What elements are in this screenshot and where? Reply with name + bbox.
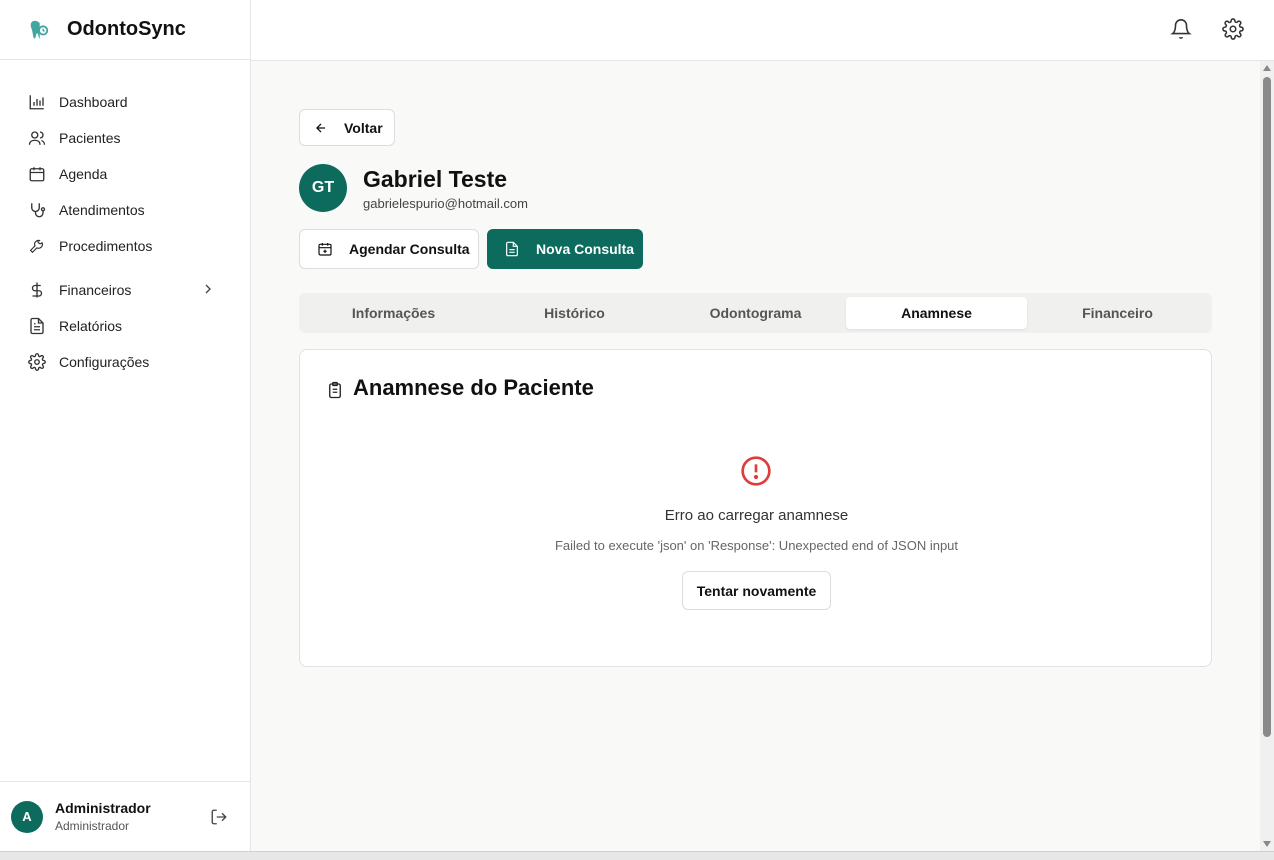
tab-financeiro[interactable]: Financeiro xyxy=(1027,297,1208,329)
taskbar-strip xyxy=(0,851,1274,860)
settings-gear-icon[interactable] xyxy=(1222,18,1244,40)
file-text-icon xyxy=(504,241,520,257)
sidebar-nav: Dashboard Pacientes Agenda Atendimentos … xyxy=(0,60,250,380)
sidebar-item-label: Dashboard xyxy=(59,94,128,110)
calendar-plus-icon xyxy=(317,241,333,257)
schedule-appointment-label: Agendar Consulta xyxy=(349,241,470,257)
tab-odontograma[interactable]: Odontograma xyxy=(665,297,846,329)
user-profile: A Administrador Administrador xyxy=(0,781,250,851)
wrench-icon xyxy=(27,236,47,256)
error-message: Failed to execute 'json' on 'Response': … xyxy=(554,538,959,553)
sidebar-item-relatorios[interactable]: Relatórios xyxy=(0,308,250,344)
scroll-thumb[interactable] xyxy=(1263,77,1271,737)
card-title-text: Anamnese do Paciente xyxy=(353,375,594,400)
clipboard-icon xyxy=(326,379,344,399)
new-appointment-label: Nova Consulta xyxy=(536,241,635,257)
retry-button[interactable]: Tentar novamente xyxy=(682,571,831,610)
sidebar-item-pacientes[interactable]: Pacientes xyxy=(0,120,250,156)
new-appointment-button[interactable]: Nova Consulta xyxy=(487,229,643,269)
sidebar-item-label: Financeiros xyxy=(59,282,132,298)
arrow-left-icon xyxy=(314,121,328,135)
scroll-up-icon[interactable] xyxy=(1263,65,1271,71)
anamnese-card: Anamnese do Paciente Erro ao carregar an… xyxy=(299,349,1212,667)
sidebar-item-label: Agenda xyxy=(59,166,108,182)
patient-tabs: Informações Histórico Odontograma Anamne… xyxy=(299,293,1212,333)
user-role: Administrador xyxy=(55,819,130,833)
avatar: A xyxy=(11,800,43,833)
bar-chart-icon xyxy=(27,92,47,112)
error-title: Erro ao carregar anamnese xyxy=(664,507,849,524)
stethoscope-icon xyxy=(27,200,47,220)
sidebar-item-agenda[interactable]: Agenda xyxy=(0,156,250,192)
sidebar-item-financeiros[interactable]: Financeiros xyxy=(0,272,250,308)
brand[interactable]: OdontoSync xyxy=(0,0,250,60)
patient-avatar: GT xyxy=(299,164,347,212)
topbar xyxy=(251,0,1274,61)
sidebar-item-procedimentos[interactable]: Procedimentos xyxy=(0,228,250,264)
back-button[interactable]: Voltar xyxy=(299,109,395,146)
brand-name: OdontoSync xyxy=(67,18,186,40)
tab-anamnese[interactable]: Anamnese xyxy=(846,297,1027,329)
sidebar-item-dashboard[interactable]: Dashboard xyxy=(0,84,250,120)
patient-name: Gabriel Teste xyxy=(363,166,508,192)
logout-icon[interactable] xyxy=(210,808,228,826)
sidebar-item-atendimentos[interactable]: Atendimentos xyxy=(0,192,250,228)
tooth-icon xyxy=(28,19,50,41)
file-text-icon xyxy=(27,316,47,336)
tab-historico[interactable]: Histórico xyxy=(484,297,665,329)
sidebar-item-configuracoes[interactable]: Configurações xyxy=(0,344,250,380)
tab-informacoes[interactable]: Informações xyxy=(303,297,484,329)
back-button-label: Voltar xyxy=(344,119,383,136)
gear-icon xyxy=(27,352,47,372)
sidebar-item-label: Pacientes xyxy=(59,130,121,146)
sidebar-item-label: Procedimentos xyxy=(59,238,153,254)
alert-circle-icon xyxy=(740,455,772,487)
sidebar-item-label: Atendimentos xyxy=(59,202,145,218)
calendar-icon xyxy=(27,164,47,184)
scroll-down-icon[interactable] xyxy=(1263,841,1271,847)
patient-email: gabrielespurio@hotmail.com xyxy=(363,196,528,211)
chevron-right-icon[interactable] xyxy=(200,281,216,299)
sidebar-item-label: Configurações xyxy=(59,354,150,370)
sidebar: OdontoSync Dashboard Pacientes Agenda At… xyxy=(0,0,251,851)
schedule-appointment-button[interactable]: Agendar Consulta xyxy=(299,229,479,269)
scrollbar[interactable] xyxy=(1260,61,1274,851)
user-name: Administrador xyxy=(55,800,151,816)
dollar-icon xyxy=(27,280,47,300)
users-icon xyxy=(27,128,47,148)
card-title: Anamnese do Paciente xyxy=(326,375,594,401)
bell-icon[interactable] xyxy=(1170,18,1192,40)
sidebar-item-label: Relatórios xyxy=(59,318,123,334)
